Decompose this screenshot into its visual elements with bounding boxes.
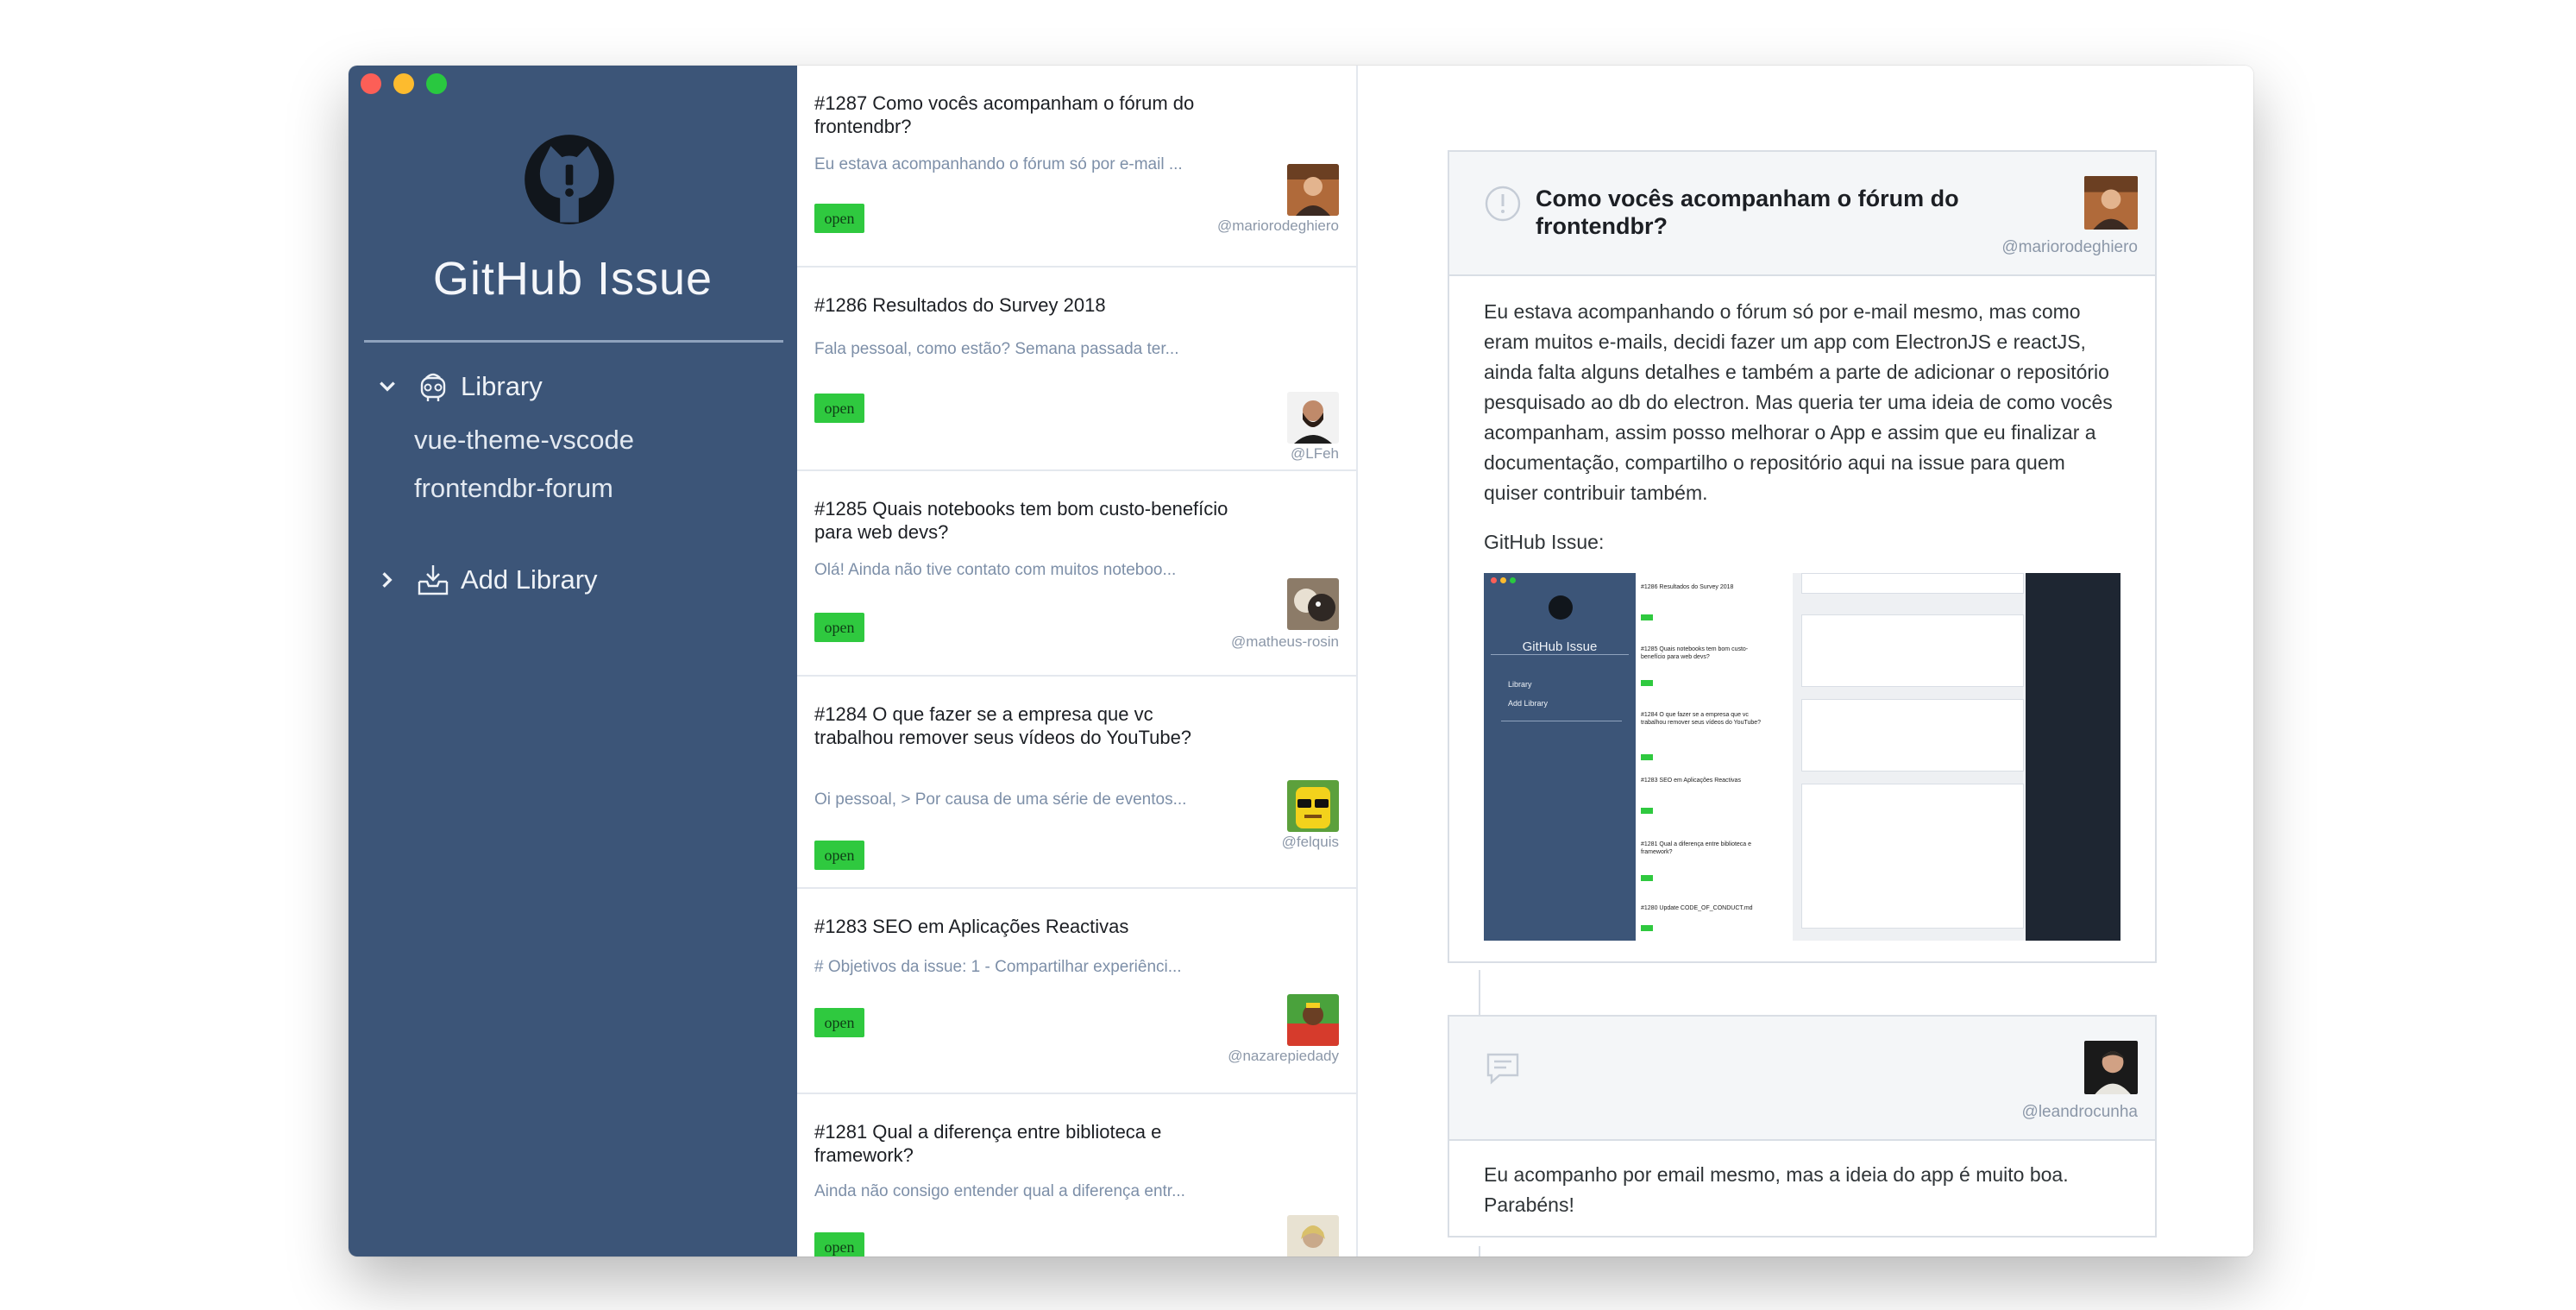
library-icon: [420, 373, 446, 401]
list-item[interactable]: #1287 Como vocês acompanham o fórum do f…: [797, 66, 1356, 268]
minimize-window-button[interactable]: [393, 73, 414, 94]
list-item[interactable]: #1286 Resultados do Survey 2018 Fala pes…: [797, 268, 1356, 471]
list-item[interactable]: #1285 Quais notebooks tem bom custo-bene…: [797, 471, 1356, 677]
github-logo-icon: [525, 135, 614, 224]
issue-body-caption: GitHub Issue:: [1484, 531, 1605, 553]
sidebar: GitHub Issue Library vue-theme-vscode fr…: [349, 66, 797, 1256]
issue-detail-title: Como vocês acompanham o fórum do fronten…: [1536, 186, 1959, 239]
thumb-github-logo-icon: [1549, 595, 1573, 620]
comment-card-header: @leandrocunha: [1449, 1017, 2155, 1141]
issue-body: Eu estava acompanhando o fórum só por e-…: [1449, 276, 2155, 961]
issue-author: @mariorodeghiero: [2001, 238, 2138, 256]
issue-preview: Fala pessoal, como estão? Semana passada…: [814, 340, 1179, 358]
issue-body-text: Eu estava acompanhando o fórum só por e-…: [1484, 300, 2113, 504]
window-controls: [361, 73, 447, 94]
issue-detail-pane: Como vocês acompanham o fórum do fronten…: [1358, 66, 2253, 1256]
library-repo-frontendbr-forum[interactable]: frontendbr-forum: [414, 473, 613, 504]
issue-title: #1287 Como vocês acompanham o fórum do f…: [814, 92, 1195, 137]
app-title: GitHub Issue: [432, 253, 713, 305]
issue-author: @LFeh: [1290, 445, 1339, 462]
issue-title: #1281 Qual a diferença entre biblioteca …: [814, 1121, 1162, 1166]
sidebar-item-label: Add Library: [461, 564, 598, 595]
issue-card-header: Como vocês acompanham o fórum do fronten…: [1449, 152, 2155, 276]
app-window: GitHub Issue Library vue-theme-vscode fr…: [349, 66, 2253, 1256]
list-item[interactable]: #1284 O que fazer se a empresa que vc tr…: [797, 677, 1356, 889]
issue-author: @nazarepiedady: [1228, 1048, 1339, 1064]
issue-title: #1285 Quais notebooks tem bom custo-bene…: [814, 498, 1228, 543]
thumb-issue-list: #1286 Resultados do Survey 2018 #1285 Qu…: [1636, 573, 1793, 941]
issue-opened-icon: [1485, 186, 1521, 222]
issue-preview: Oi pessoal, > Por causa de uma série de …: [814, 790, 1187, 809]
list-item[interactable]: #1281 Qual a diferença entre biblioteca …: [797, 1094, 1356, 1256]
status-badge: open: [814, 841, 864, 870]
avatar: [2084, 176, 2138, 230]
status-badge: open: [814, 394, 864, 423]
issue-author: @matheus-rosin: [1231, 633, 1339, 650]
thumb-detail: [1793, 573, 2120, 941]
comment-icon: [1486, 1053, 1519, 1085]
comment-body: Eu acompanho por email mesmo, mas a idei…: [1449, 1141, 2155, 1236]
issue-title: #1284 O que fazer se a empresa que vc tr…: [814, 703, 1192, 748]
list-item[interactable]: #1283 SEO em Aplicações Reactivas # Obje…: [797, 889, 1356, 1094]
sidebar-divider: [364, 340, 783, 343]
comment-author: @leandrocunha: [2021, 1103, 2138, 1121]
close-window-button[interactable]: [361, 73, 381, 94]
issue-preview: Eu estava acompanhando o fórum só por e-…: [814, 155, 1183, 173]
issue-title: #1283 SEO em Aplicações Reactivas: [814, 916, 1129, 937]
issue-preview: # Objetivos da issue: 1 - Compartilhar e…: [814, 958, 1182, 976]
chevron-right-icon: [382, 572, 393, 588]
inbox-download-icon: [418, 565, 449, 595]
sidebar-item-add-library[interactable]: Add Library: [378, 563, 598, 597]
avatar: [1287, 578, 1339, 630]
avatar: [1287, 392, 1339, 444]
sidebar-item-label: Library: [461, 371, 543, 401]
status-badge: open: [814, 204, 864, 233]
maximize-window-button[interactable]: [426, 73, 447, 94]
issue-author: @felquis: [1281, 834, 1339, 850]
comment-body-text: Eu acompanho por email mesmo, mas a idei…: [1484, 1163, 2069, 1216]
status-badge: open: [814, 1232, 864, 1256]
embedded-screenshot: GitHub Issue Library Add Library #1286 R…: [1484, 573, 2120, 941]
avatar: [1287, 1215, 1339, 1256]
chevron-down-icon: [380, 381, 395, 392]
avatar: [1287, 164, 1339, 216]
sidebar-item-library[interactable]: Library: [378, 369, 543, 404]
issue-card: Como vocês acompanham o fórum do fronten…: [1448, 150, 2157, 963]
issue-title: #1286 Resultados do Survey 2018: [814, 294, 1106, 316]
avatar: [1287, 994, 1339, 1046]
issue-preview: Ainda não consigo entender qual a difere…: [814, 1182, 1185, 1200]
issue-list: #1287 Como vocês acompanham o fórum do f…: [797, 66, 1358, 1256]
library-repo-vue-theme-vscode[interactable]: vue-theme-vscode: [414, 425, 634, 456]
avatar: [1287, 780, 1339, 832]
status-badge: open: [814, 613, 864, 642]
thumb-app-title: GitHub Issue: [1522, 639, 1598, 654]
timeline-connector: [1479, 1246, 1480, 1256]
comment-card: @leandrocunha Eu acompanho por email mes…: [1448, 1015, 2157, 1238]
issue-preview: Olá! Ainda não tive contato com muitos n…: [814, 561, 1177, 579]
status-badge: open: [814, 1008, 864, 1037]
avatar: [2084, 1041, 2138, 1094]
issue-author: @mariorodeghiero: [1216, 217, 1339, 234]
thumb-sidebar: GitHub Issue Library Add Library: [1484, 573, 1636, 941]
